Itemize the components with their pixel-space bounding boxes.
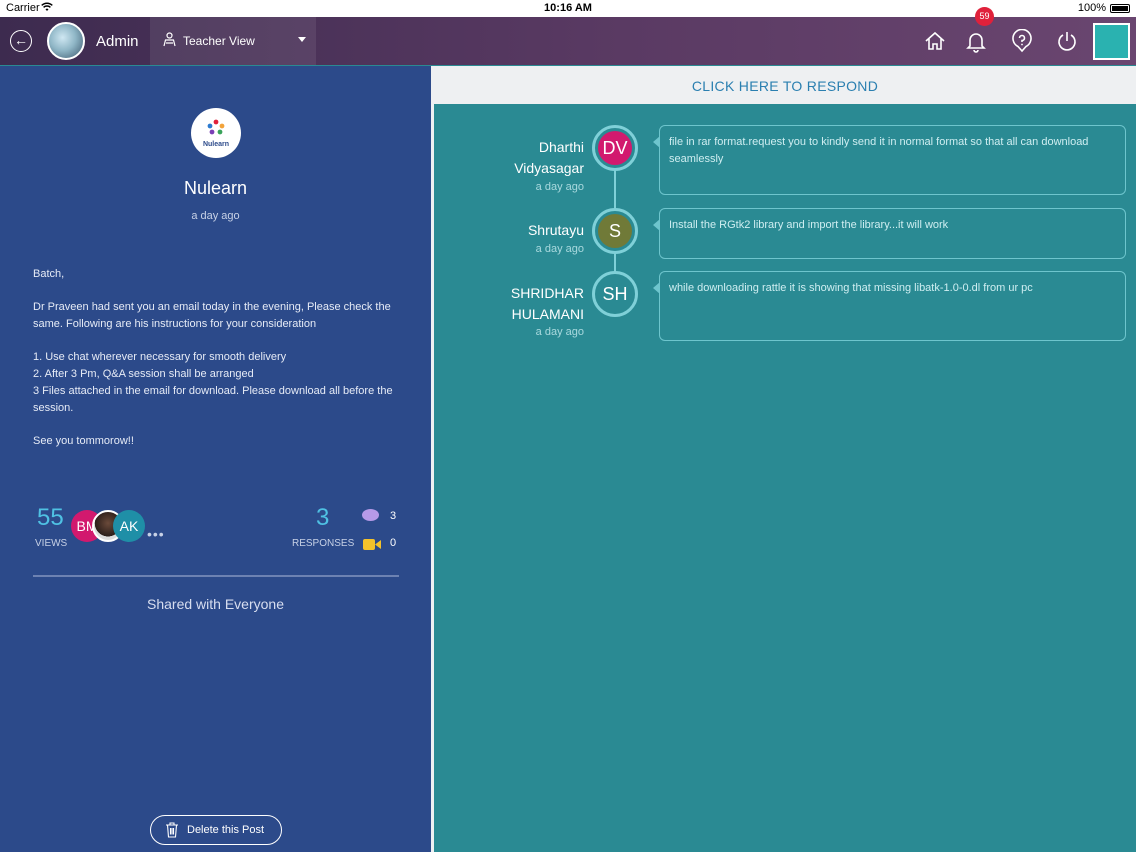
response-time: a day ago: [535, 326, 584, 338]
post-greeting: Batch,: [33, 268, 65, 280]
power-icon[interactable]: [1055, 29, 1079, 53]
viewer-avatar[interactable]: AK: [113, 510, 145, 542]
trash-icon: [165, 822, 179, 838]
responder-name[interactable]: Dharthi Vidyasagar: [514, 137, 584, 179]
bell-icon[interactable]: [964, 29, 988, 53]
responder-name-line: SHRIDHAR: [510, 285, 584, 301]
views-label: VIEWS: [35, 538, 68, 549]
back-arrow-icon[interactable]: ←: [10, 30, 32, 52]
user-name: Admin: [96, 33, 139, 50]
post-paragraph: Dr Praveen had sent you an email today i…: [33, 301, 391, 331]
avatar-initials: SH: [598, 277, 632, 311]
response-bubble[interactable]: Install the RGtk2 library and import the…: [653, 208, 1126, 259]
chat-count: 3: [390, 510, 397, 522]
video-camera-icon: [363, 537, 381, 550]
responder-name[interactable]: Shrutayu: [528, 220, 584, 241]
clock: 10:16 AM: [544, 2, 592, 14]
view-selector[interactable]: Teacher View: [150, 17, 316, 65]
responder-avatar[interactable]: DV: [592, 125, 638, 171]
nulearn-logo-mark: [207, 119, 225, 135]
avatar-initials: S: [598, 214, 632, 248]
post-author: Nulearn: [183, 178, 248, 198]
admin-avatar[interactable]: [47, 22, 85, 60]
battery-percent: 100%: [1077, 2, 1106, 14]
divider: [33, 575, 399, 577]
post-list-item: 1. Use chat wherever necessary for smoot…: [33, 351, 287, 364]
responder-name-line: Vidyasagar: [514, 160, 584, 176]
responder-name-line: Shrutayu: [527, 222, 584, 238]
response-time: a day ago: [535, 181, 584, 193]
delete-post-label: Delete this Post: [187, 824, 265, 836]
logo-text: Nulearn: [202, 141, 230, 148]
respond-button[interactable]: CLICK HERE TO RESPOND: [434, 66, 1136, 104]
more-viewers-button[interactable]: •••: [147, 526, 165, 542]
battery-icon: [1110, 4, 1130, 13]
response-bubble[interactable]: file in rar format.request you to kindly…: [653, 125, 1126, 195]
respond-label: CLICK HERE TO RESPOND: [691, 78, 879, 94]
responses-count: 3: [316, 504, 330, 531]
responder-avatar[interactable]: S: [592, 208, 638, 254]
status-bar: Carrier 10:16 AM 100%: [0, 0, 1136, 17]
chevron-down-icon: [298, 37, 306, 42]
responses-label: RESPONSES: [292, 538, 355, 549]
avatar-initials: DV: [598, 131, 632, 165]
responder-name-line: Dharthi: [538, 139, 584, 155]
shared-with-label: Shared with Everyone: [147, 596, 284, 612]
delete-post-button[interactable]: Delete this Post: [150, 815, 282, 845]
views-count: 55: [37, 504, 64, 531]
teacher-icon: [162, 32, 177, 50]
responder-name[interactable]: SHRIDHAR HULAMANI: [511, 283, 584, 325]
profile-thumbnail[interactable]: [1093, 23, 1130, 60]
responder-name-line: HULAMANI: [511, 306, 584, 322]
notification-badge: 59: [975, 7, 994, 26]
response-time: a day ago: [535, 243, 584, 255]
video-count: 0: [390, 537, 397, 549]
nulearn-logo: Nulearn: [191, 108, 241, 158]
responder-avatar[interactable]: SH: [592, 271, 638, 317]
response-bubble[interactable]: while downloading rattle it is showing t…: [653, 271, 1126, 341]
home-icon[interactable]: [923, 29, 947, 53]
chat-bubble-icon: [362, 509, 379, 521]
help-icon[interactable]: [1010, 28, 1034, 53]
post-closing: See you tommorow!!: [33, 434, 134, 447]
post-panel: Nulearn Nulearn a day ago Batch, Dr Prav…: [0, 66, 431, 852]
post-time: a day ago: [191, 210, 240, 222]
top-nav-bar: ← Admin Teacher View: [0, 17, 1136, 65]
post-list-item: 3 Files attached in the email for downlo…: [33, 384, 393, 414]
view-label: Teacher View: [183, 34, 255, 48]
post-list-item: 2. After 3 Pm, Q&A session shall be arra…: [33, 368, 254, 381]
post-body: Batch, Dr Praveen had sent you an email …: [33, 266, 403, 450]
